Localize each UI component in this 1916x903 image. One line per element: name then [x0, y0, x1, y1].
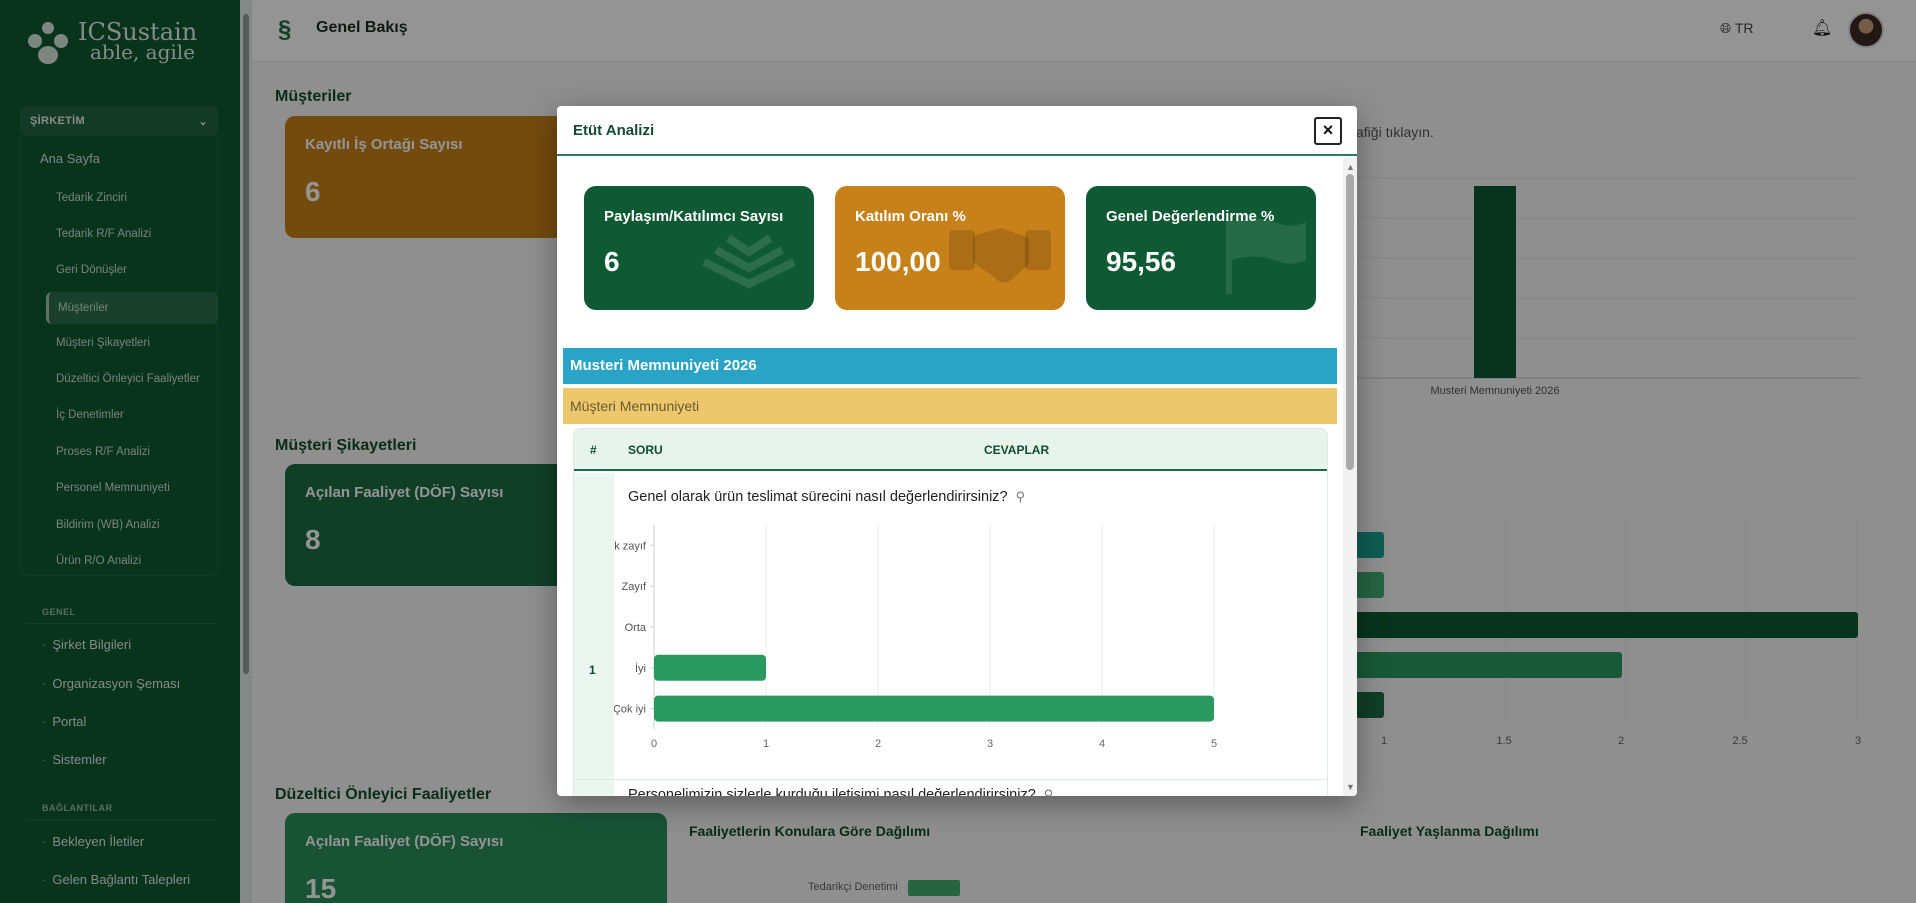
answer-bar[interactable] [654, 654, 766, 681]
question-text: Genel olarak ürün teslimat sürecini nası… [628, 489, 1026, 505]
column-header-question: SORU [628, 443, 663, 457]
y-tick-label: Orta [625, 622, 647, 634]
y-tick-label: Çok zayıf [614, 540, 647, 552]
scroll-down-arrow-icon[interactable]: ▼ [1346, 782, 1355, 792]
survey-title-bar[interactable]: Musteri Memnuniyeti 2026 [563, 348, 1337, 384]
survey-group-bar[interactable]: Müşteri Memnuniyeti [563, 388, 1337, 424]
kpi-participants[interactable]: Paylaşım/Katılımcı Sayısı 6 [584, 186, 814, 310]
x-tick-label: 0 [651, 738, 657, 750]
checkered-flag-icon [1226, 218, 1306, 294]
row-number-cell [574, 780, 614, 796]
x-tick-label: 2 [875, 738, 881, 750]
book-icon [702, 234, 796, 289]
kpi-overall-score[interactable]: Genel Değerlendirme % 95,56 [1086, 186, 1316, 310]
modal-body: Paylaşım/Katılımcı Sayısı 6 Katılım Oran… [557, 158, 1343, 796]
row-divider [574, 779, 1327, 780]
column-header-answers: CEVAPLAR [984, 443, 1050, 457]
row-number: 1 [589, 663, 596, 677]
scroll-up-arrow-icon[interactable]: ▲ [1346, 162, 1355, 172]
questions-table: # SORU CEVAPLAR 1 Genel olarak ürün tesl… [573, 428, 1328, 796]
modal-title: Etüt Analizi [573, 122, 655, 139]
column-header-num: # [590, 443, 597, 457]
x-tick-label: 1 [763, 738, 769, 750]
y-tick-label: İyi [635, 662, 646, 675]
y-tick-label: Çok iyi [614, 704, 646, 716]
row-number-cell: 1 [574, 473, 614, 779]
scrollbar-thumb[interactable] [1346, 174, 1354, 470]
x-tick-label: 3 [987, 738, 993, 750]
kpi-value: 100,00 [855, 246, 941, 277]
search-icon[interactable]: ⚲ [1044, 787, 1054, 796]
modal-scrollbar[interactable]: ▲ ▼ [1343, 158, 1357, 796]
handshake-icon [949, 228, 1051, 283]
x-tick-label: 5 [1211, 738, 1217, 750]
kpi-participation-rate[interactable]: Katılım Oranı % 100,00 [835, 186, 1065, 310]
modal-header: Etüt Analizi × [557, 106, 1357, 156]
answer-bar[interactable] [654, 695, 1214, 722]
kpi-value: 95,56 [1106, 246, 1177, 277]
x-tick-label: 4 [1099, 738, 1105, 750]
y-tick-label: Zayıf [622, 581, 647, 593]
search-icon[interactable]: ⚲ [1016, 489, 1026, 505]
answers-bar-chart: 0 1 2 3 4 5 Çok zayıf Zayıf Orta İyi Çok iyi [614, 525, 1217, 750]
kpi-value: 6 [604, 246, 620, 277]
survey-analysis-modal: Etüt Analizi × Paylaşım/Katılımcı Sayısı… [557, 106, 1357, 796]
close-button[interactable]: × [1314, 117, 1342, 145]
question-text: Personelimizin sizlerle kurduğu iletişim… [628, 787, 1053, 796]
table-header: # SORU CEVAPLAR [574, 429, 1327, 471]
